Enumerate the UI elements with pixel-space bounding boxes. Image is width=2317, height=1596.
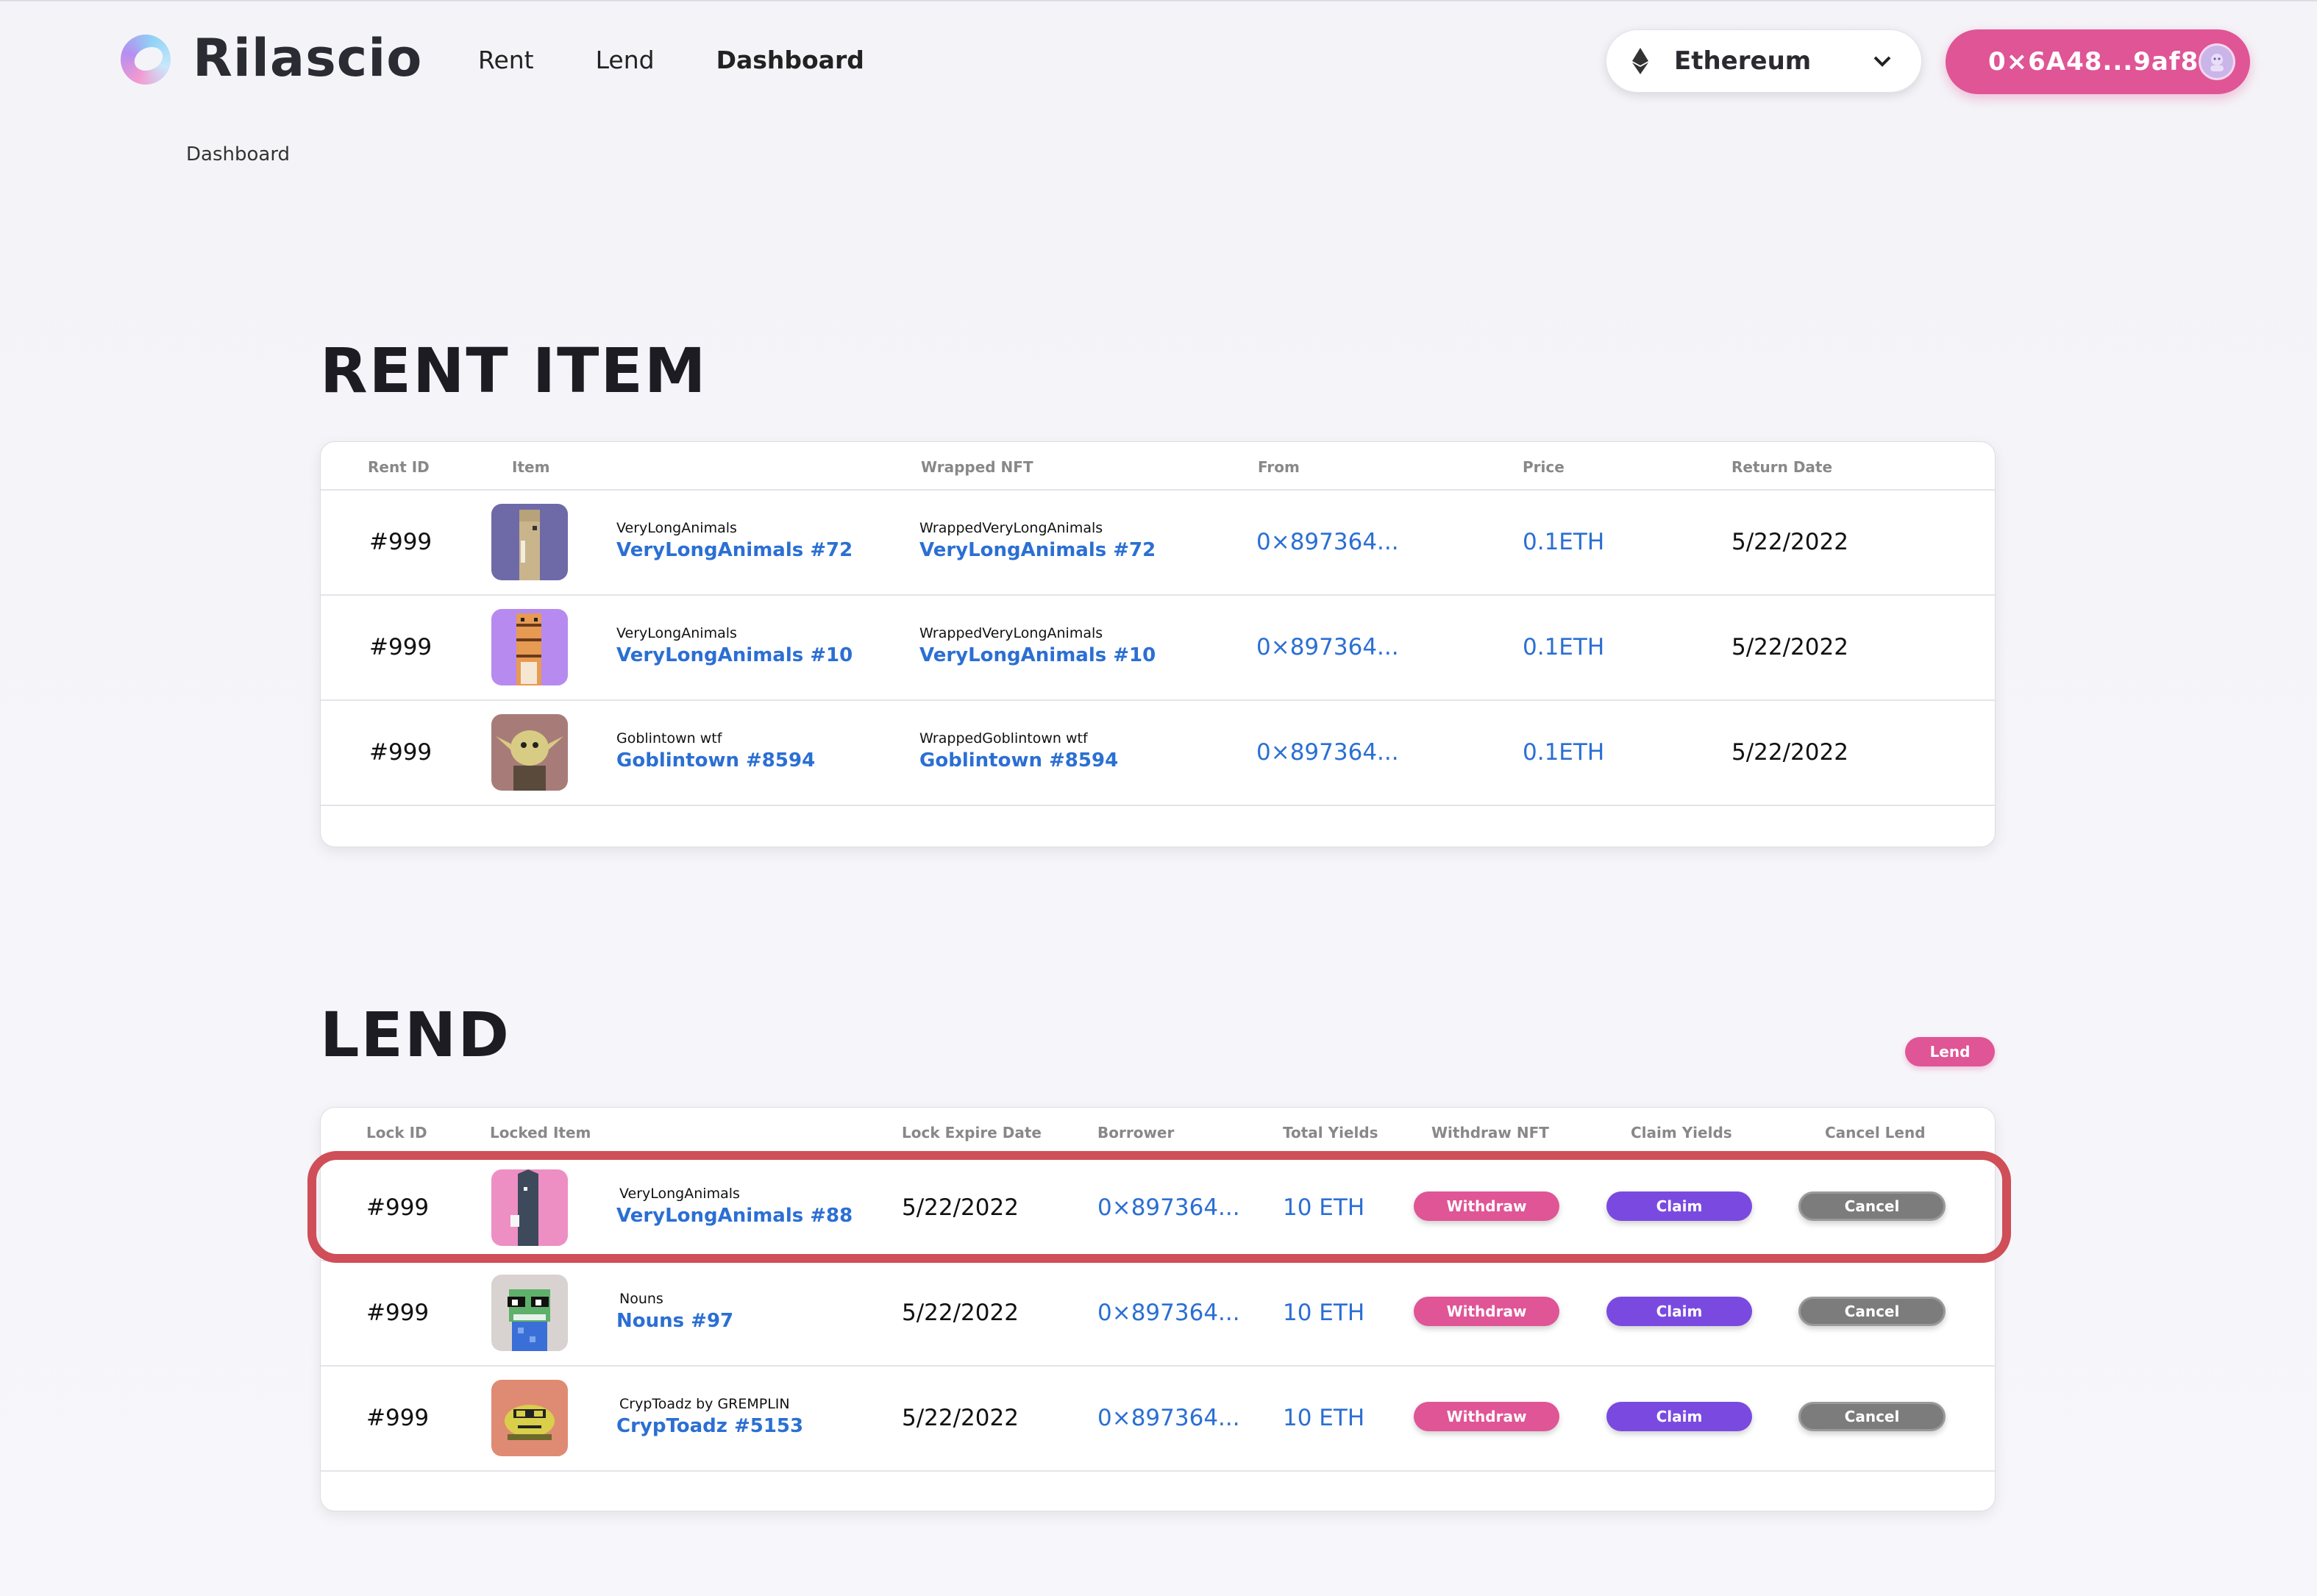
nft-thumbnail[interactable] <box>491 504 568 580</box>
network-select[interactable]: Ethereum <box>1606 29 1922 93</box>
col-wrapped-nft: Wrapped NFT <box>921 458 1033 476</box>
wallet-button[interactable]: 0×6A48...9af8 <box>1946 29 2250 94</box>
nft-thumbnail[interactable] <box>491 1275 568 1351</box>
rent-id: #999 <box>369 529 433 555</box>
lock-id: #999 <box>366 1405 430 1431</box>
wrapped-name-link[interactable]: VeryLongAnimals #10 <box>919 644 1156 666</box>
col-total-yields: Total Yields <box>1283 1124 1378 1141</box>
avatar-icon <box>2199 43 2235 80</box>
borrower-address[interactable]: 0×897364... <box>1097 1405 1240 1431</box>
from-address[interactable]: 0×897364... <box>1256 529 1399 555</box>
brand-name: Rilascio <box>193 28 423 88</box>
from-address[interactable]: 0×897364... <box>1256 634 1399 660</box>
from-address[interactable]: 0×897364... <box>1256 739 1399 766</box>
col-item: Item <box>512 458 550 476</box>
return-date: 5/22/2022 <box>1731 529 1848 555</box>
price: 0.1ETH <box>1523 739 1605 766</box>
nft-thumbnail[interactable] <box>491 609 568 685</box>
col-rent-id: Rent ID <box>368 458 430 476</box>
col-withdraw-nft: Withdraw NFT <box>1431 1124 1549 1141</box>
col-lock-expire-date: Lock Expire Date <box>902 1124 1042 1141</box>
col-cancel-lend: Cancel Lend <box>1825 1124 1926 1141</box>
item-collection: Goblintown wtf <box>616 730 722 747</box>
table-row[interactable]: #999 VeryLongAnimals VeryLongAnimals #72… <box>321 489 1995 596</box>
wrapped-name-link[interactable]: VeryLongAnimals #72 <box>919 539 1156 561</box>
breadcrumb[interactable]: Dashboard <box>186 143 290 165</box>
brand-logo[interactable]: Rilascio <box>118 28 422 88</box>
col-borrower: Borrower <box>1097 1124 1175 1141</box>
lock-expire-date: 5/22/2022 <box>902 1300 1019 1326</box>
item-name-link[interactable]: VeryLongAnimals #72 <box>616 539 853 561</box>
price: 0.1ETH <box>1523 634 1605 660</box>
borrower-address[interactable]: 0×897364... <box>1097 1300 1240 1326</box>
row-highlight-outline <box>307 1151 2011 1263</box>
claim-button[interactable]: Claim <box>1606 1297 1752 1326</box>
rent-id: #999 <box>369 739 433 766</box>
total-yields: 10 ETH <box>1283 1300 1365 1326</box>
withdraw-button[interactable]: Withdraw <box>1414 1297 1559 1326</box>
wrapped-name-link[interactable]: Goblintown #8594 <box>919 749 1118 772</box>
lock-expire-date: 5/22/2022 <box>902 1405 1019 1431</box>
wrapped-collection: WrappedVeryLongAnimals <box>919 625 1103 641</box>
nft-thumbnail[interactable] <box>491 714 568 791</box>
ethereum-icon <box>1626 46 1655 76</box>
wallet-address: 0×6A48...9af8 <box>1988 47 2199 76</box>
table-row[interactable]: #999 Goblintown wtf Goblintown #8594 Wra… <box>321 699 1995 806</box>
rent-section-title: RENT ITEM <box>320 335 708 407</box>
return-date: 5/22/2022 <box>1731 739 1848 766</box>
nav-lend[interactable]: Lend <box>596 46 655 74</box>
item-name-link[interactable]: Goblintown #8594 <box>616 749 815 772</box>
rent-id: #999 <box>369 634 433 660</box>
col-price: Price <box>1523 458 1565 476</box>
col-locked-item: Locked Item <box>490 1124 591 1141</box>
total-yields: 10 ETH <box>1283 1405 1365 1431</box>
price: 0.1ETH <box>1523 529 1605 555</box>
nav-dashboard[interactable]: Dashboard <box>716 46 864 74</box>
top-border <box>0 0 2317 1</box>
item-collection: Nouns <box>619 1291 663 1307</box>
lock-id: #999 <box>366 1300 430 1326</box>
lend-section-title: LEND <box>320 999 510 1071</box>
col-from: From <box>1258 458 1300 476</box>
claim-button[interactable]: Claim <box>1606 1402 1752 1431</box>
item-name-link[interactable]: VeryLongAnimals #10 <box>616 644 853 666</box>
item-collection: VeryLongAnimals <box>616 520 737 536</box>
wrapped-collection: WrappedVeryLongAnimals <box>919 520 1103 536</box>
nav-rent[interactable]: Rent <box>478 46 534 74</box>
col-claim-yields: Claim Yields <box>1631 1124 1732 1141</box>
withdraw-button[interactable]: Withdraw <box>1414 1402 1559 1431</box>
cancel-button[interactable]: Cancel <box>1798 1402 1946 1431</box>
chevron-down-icon <box>1873 55 1892 67</box>
table-row[interactable]: #999 Nouns Nouns #97 5/22/2022 0×897364.… <box>321 1260 1995 1367</box>
rent-table: Rent ID Item Wrapped NFT From Price Retu… <box>320 441 1996 847</box>
col-return-date: Return Date <box>1731 458 1833 476</box>
item-name-link[interactable]: CrypToadz #5153 <box>616 1415 803 1437</box>
item-name-link[interactable]: Nouns #97 <box>616 1310 733 1332</box>
item-collection: CrypToadz by GREMPLIN <box>619 1396 790 1412</box>
main-nav: Rent Lend Dashboard <box>478 46 926 74</box>
lend-table-header: Lock ID Locked Item Lock Expire Date Bor… <box>321 1108 1995 1156</box>
network-label: Ethereum <box>1674 46 1812 76</box>
wrapped-collection: WrappedGoblintown wtf <box>919 730 1088 747</box>
return-date: 5/22/2022 <box>1731 634 1848 660</box>
lend-button[interactable]: Lend <box>1905 1037 1995 1066</box>
col-lock-id: Lock ID <box>366 1124 427 1141</box>
cancel-button[interactable]: Cancel <box>1798 1297 1946 1326</box>
rent-table-header: Rent ID Item Wrapped NFT From Price Retu… <box>321 442 1995 491</box>
nft-thumbnail[interactable] <box>491 1380 568 1456</box>
table-row[interactable]: #999 VeryLongAnimals VeryLongAnimals #10… <box>321 594 1995 701</box>
item-collection: VeryLongAnimals <box>616 625 737 641</box>
logo-icon <box>118 29 177 88</box>
table-row[interactable]: #999 CrypToadz by GREMPLIN CrypToadz #51… <box>321 1365 1995 1472</box>
